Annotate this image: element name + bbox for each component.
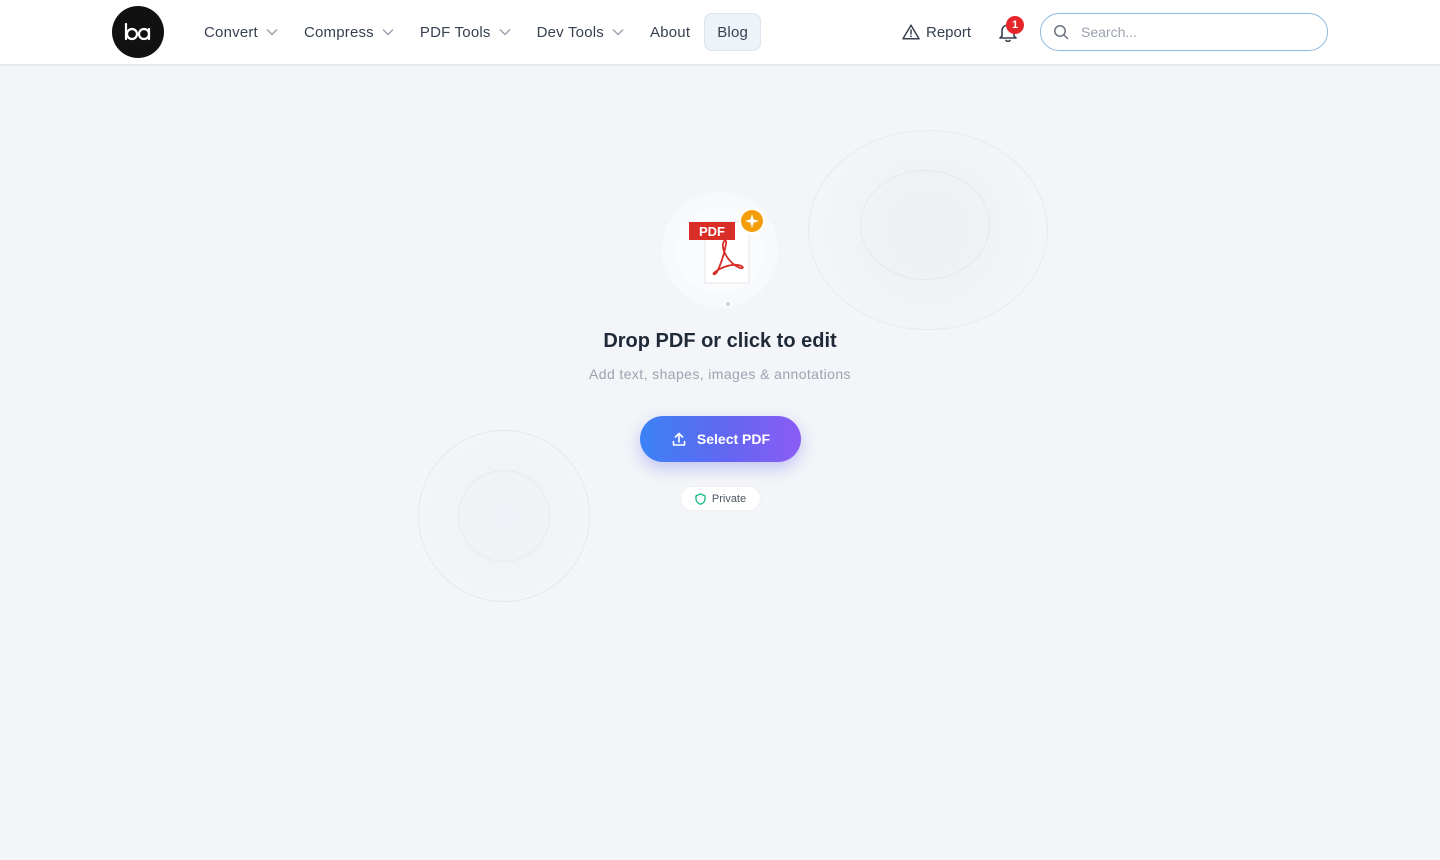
decorative-ring: [418, 430, 590, 602]
decorative-ring: [458, 470, 550, 562]
notification-count-badge: 1: [1006, 16, 1024, 34]
report-button[interactable]: Report: [902, 13, 971, 51]
pdf-upload-illustration: PDF: [660, 192, 780, 312]
chevron-down-icon: [499, 28, 511, 36]
nav-about[interactable]: About: [642, 13, 698, 51]
upload-icon: [672, 432, 686, 446]
drop-zone-subtitle: Add text, shapes, images & annotations: [589, 366, 851, 382]
chevron-down-icon: [382, 28, 394, 36]
decorative-ring: [860, 170, 990, 280]
chevron-down-icon: [612, 28, 624, 36]
chevron-down-icon: [266, 28, 278, 36]
nav-dev-tools[interactable]: Dev Tools: [529, 13, 632, 51]
pdf-badge-text: PDF: [699, 224, 725, 239]
select-pdf-label: Select PDF: [696, 431, 771, 447]
nav-about-label: About: [650, 23, 691, 41]
top-navigation-bar: Convert Compress PDF Tools Dev Tools Abo…: [0, 0, 1440, 65]
pdf-file-icon: PDF: [662, 192, 778, 308]
search-input[interactable]: [1081, 24, 1301, 40]
shield-icon: [695, 492, 706, 505]
nav-convert[interactable]: Convert: [196, 13, 286, 51]
privacy-label: Private: [711, 492, 747, 505]
main-nav: Convert Compress PDF Tools Dev Tools Abo…: [196, 13, 771, 51]
nav-blog-label: Blog: [717, 23, 749, 41]
nav-convert-label: Convert: [204, 23, 258, 41]
nav-dev-tools-label: Dev Tools: [536, 23, 604, 41]
nav-compress-label: Compress: [303, 23, 374, 41]
decorative-ring: [808, 130, 1048, 330]
drop-zone-title: Drop PDF or click to edit: [603, 330, 837, 352]
warning-triangle-icon: [902, 24, 920, 40]
nav-pdf-tools-label: PDF Tools: [419, 23, 491, 41]
privacy-badge: Private: [680, 486, 761, 511]
nav-blog[interactable]: Blog: [704, 13, 762, 51]
nav-compress[interactable]: Compress: [296, 13, 402, 51]
site-logo[interactable]: [112, 6, 164, 58]
report-label: Report: [926, 23, 972, 41]
nav-pdf-tools[interactable]: PDF Tools: [412, 13, 519, 51]
logo-glyph: [124, 22, 151, 41]
search-box[interactable]: [1040, 13, 1328, 51]
select-pdf-button[interactable]: Select PDF: [640, 416, 801, 462]
search-icon: [1054, 25, 1069, 40]
